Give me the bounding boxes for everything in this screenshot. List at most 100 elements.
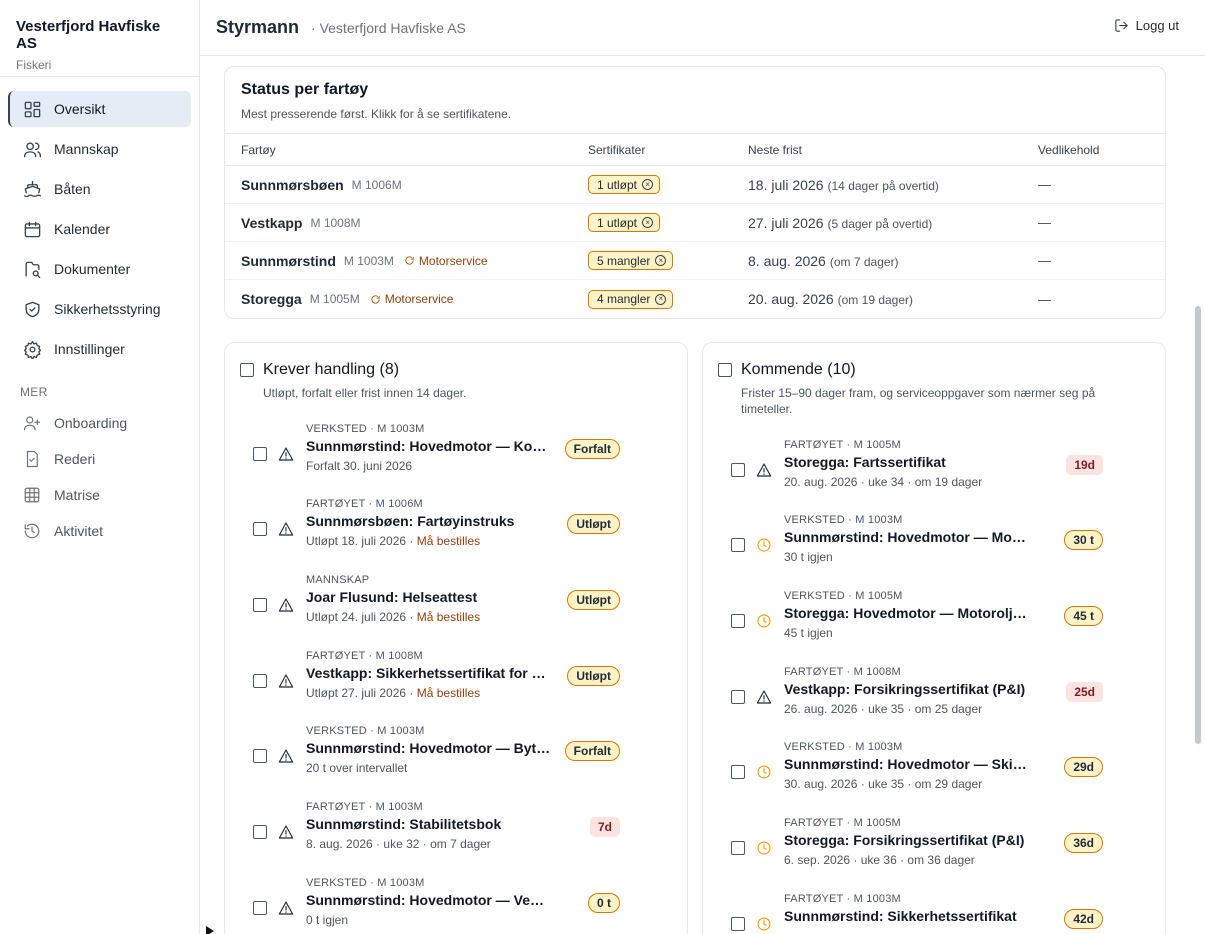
nav-item-mannskap[interactable]: Mannskap — [8, 131, 191, 167]
task-checkbox[interactable] — [731, 614, 745, 628]
brand: Vesterfjord Havfiske AS Fiskeri — [0, 0, 199, 77]
cert-status-badge[interactable]: 4 mangler × — [588, 289, 674, 309]
nav-item-rederi[interactable]: Rederi — [0, 441, 199, 477]
vessel-row[interactable]: Storegga M 1005M Motorservice 4 mangler × 20.… — [225, 280, 1165, 318]
task-checkbox[interactable] — [253, 825, 267, 839]
task-item[interactable]: FARTØYET · M 1008M Vestkapp: Forsikringss… — [731, 666, 1103, 726]
task-category: VERKSTED · M 1003M — [784, 514, 903, 526]
cert-status-badge[interactable]: 1 utløpt × — [588, 213, 661, 232]
users-icon — [22, 139, 42, 159]
task-checkbox[interactable] — [731, 841, 745, 855]
logout-label: Logg ut — [1135, 18, 1179, 33]
gear-icon — [22, 339, 42, 359]
task-item[interactable]: FARTØYET · M 1003M Sunnmørstind: Stabilit… — [253, 801, 625, 861]
deadline-cell: 20. aug. 2026 (om 19 dager) — [748, 291, 1038, 307]
task-checkbox[interactable] — [253, 447, 267, 461]
task-item[interactable]: FARTØYET · M 1008M Vestkapp: Sikkerhetsse… — [253, 650, 625, 710]
task-item[interactable]: FARTØYET · M 1006M Sunnmørsbøen: Fartøyin… — [253, 498, 625, 558]
task-checkbox[interactable] — [253, 674, 267, 688]
cert-status-badge[interactable]: 1 utløpt × — [588, 175, 661, 194]
vessel-cell: Storegga M 1005M Motorservice — [225, 291, 588, 307]
task-checkbox[interactable] — [731, 463, 745, 477]
vessel-row[interactable]: Sunnmørstind M 1003M Motorservice 5 mangler… — [225, 242, 1165, 280]
status-badge: 30 t — [1064, 530, 1103, 550]
select-all-checkbox[interactable] — [240, 363, 254, 377]
task-checkbox[interactable] — [253, 749, 267, 763]
task-item[interactable]: VERKSTED · M 1003M Sunnmørstind: Hovedmot… — [253, 423, 625, 483]
sidebar: Vesterfjord Havfiske AS Fiskeri Oversikt… — [0, 0, 200, 934]
service-tag: Motorservice — [404, 254, 488, 268]
task-item[interactable]: MANNSKAP Joar Flusund: Helseattest Utløpt … — [253, 574, 625, 634]
vessel-name: Sunnmørstind — [241, 252, 336, 269]
service-label: Motorservice — [384, 292, 454, 306]
status-badge: Utløpt — [567, 666, 620, 686]
nav-label: Dokumenter — [54, 261, 131, 277]
select-all-checkbox[interactable] — [718, 363, 732, 377]
task-name: Storegga: Forsikringssertifikat (P&I) — [784, 832, 1025, 848]
logout-button[interactable]: Logg ut — [1114, 18, 1179, 33]
vessel-name: Storegga — [241, 291, 302, 307]
maintenance-cell: — — [1038, 215, 1051, 230]
vessel-status-card: Status per fartøy Mest presserende først… — [224, 66, 1166, 319]
task-item[interactable]: FARTØYET · M 1003M Sunnmørstind: Sikkerhe… — [731, 893, 1103, 934]
task-checkbox[interactable] — [253, 901, 267, 915]
task-detail: 30 t igjen — [784, 550, 833, 564]
nav-item-dokumenter[interactable]: Dokumenter — [8, 251, 191, 287]
vessel-row[interactable]: Sunnmørsbøen M 1006M 1 utløpt × 18. juli 202… — [225, 166, 1165, 204]
service-refresh-icon — [404, 255, 419, 266]
warning-icon — [756, 462, 772, 478]
task-name: Vestkapp: Forsikringssertifikat (P&I) — [784, 681, 1026, 697]
nav-item-aktivitet[interactable]: Aktivitet — [0, 513, 199, 549]
clock-icon — [756, 916, 772, 932]
status-badge: 0 t — [587, 893, 620, 913]
task-category: VERKSTED · M 1005M — [784, 590, 903, 602]
task-item[interactable]: VERKSTED · M 1003M Sunnmørstind: Hovedmot… — [253, 725, 625, 785]
task-detail-text: 26. aug. 2026 · uke 35 · om 25 dager — [784, 702, 983, 716]
document-check-icon — [22, 449, 42, 469]
status-badge: 36d — [1064, 833, 1103, 853]
scrollbar[interactable] — [1195, 56, 1201, 934]
warning-icon — [278, 673, 294, 689]
column-header: Neste frist — [748, 142, 803, 157]
task-checkbox[interactable] — [731, 765, 745, 779]
task-detail-text: Forfalt 30. juni 2026 — [306, 459, 413, 473]
nav-item-innstillinger[interactable]: Innstillinger — [8, 331, 191, 367]
status-badge: 42d — [1064, 909, 1103, 929]
status-badge: 25d — [1066, 682, 1103, 702]
maintenance-cell: — — [1038, 291, 1051, 307]
task-item[interactable]: VERKSTED · M 1003M Sunnmørstind: Hovedmot… — [731, 514, 1103, 574]
brand-name: Vesterfjord Havfiske AS — [16, 18, 161, 52]
nav-item-onboarding[interactable]: Onboarding — [0, 405, 199, 441]
cert-badge-label: 1 utløpt — [597, 215, 638, 230]
task-item[interactable]: FARTØYET · M 1005M Storegga: Fartssertifi… — [731, 439, 1103, 499]
cert-status-badge[interactable]: 5 mangler × — [588, 251, 674, 270]
scrollbar-thumb[interactable] — [1195, 306, 1201, 744]
task-checkbox[interactable] — [731, 538, 745, 552]
grid-icon — [22, 485, 42, 505]
task-checkbox[interactable] — [253, 598, 267, 612]
task-detail-text: 20 t over intervallet — [306, 761, 408, 775]
status-badge: 7d — [589, 817, 620, 837]
vessel-row[interactable]: Vestkapp M 1008M 1 utløpt × 27. juli 2026 (5 … — [225, 204, 1165, 242]
warning-icon — [278, 748, 294, 764]
x-circle-icon: × — [642, 217, 654, 228]
deadline-cell: 8. aug. 2026 (om 7 dager) — [748, 253, 1038, 269]
logout-icon — [1114, 19, 1128, 32]
cert-badge-label: 1 utløpt — [597, 177, 638, 192]
nav-label: Kalender — [54, 221, 111, 237]
nav-item-matrise[interactable]: Matrise — [0, 477, 199, 513]
task-checkbox[interactable] — [731, 690, 745, 704]
task-checkbox[interactable] — [731, 917, 745, 931]
task-item[interactable]: VERKSTED · M 1005M Storegga: Hovedmotor —… — [731, 590, 1103, 650]
nav-item-sikkerhetsstyring[interactable]: Sikkerhetsstyring — [8, 291, 191, 327]
task-item[interactable]: FARTØYET · M 1005M Storegga: Forsikringss… — [731, 817, 1103, 877]
task-checkbox[interactable] — [253, 522, 267, 536]
task-name: Sunnmørsbøen: Fartøyinstruks — [306, 513, 515, 529]
nav-item-kalender[interactable]: Kalender — [8, 211, 191, 247]
nav-item-oversikt[interactable]: Oversikt — [8, 91, 191, 127]
nav-item-baten[interactable]: Båten — [8, 171, 191, 207]
task-item[interactable]: VERKSTED · M 1003M Sunnmørstind: Hovedmot… — [731, 741, 1103, 801]
task-item[interactable]: VERKSTED · M 1003M Sunnmørstind: Hovedmot… — [253, 877, 625, 934]
warning-icon — [278, 521, 294, 537]
clock-icon — [756, 537, 772, 553]
